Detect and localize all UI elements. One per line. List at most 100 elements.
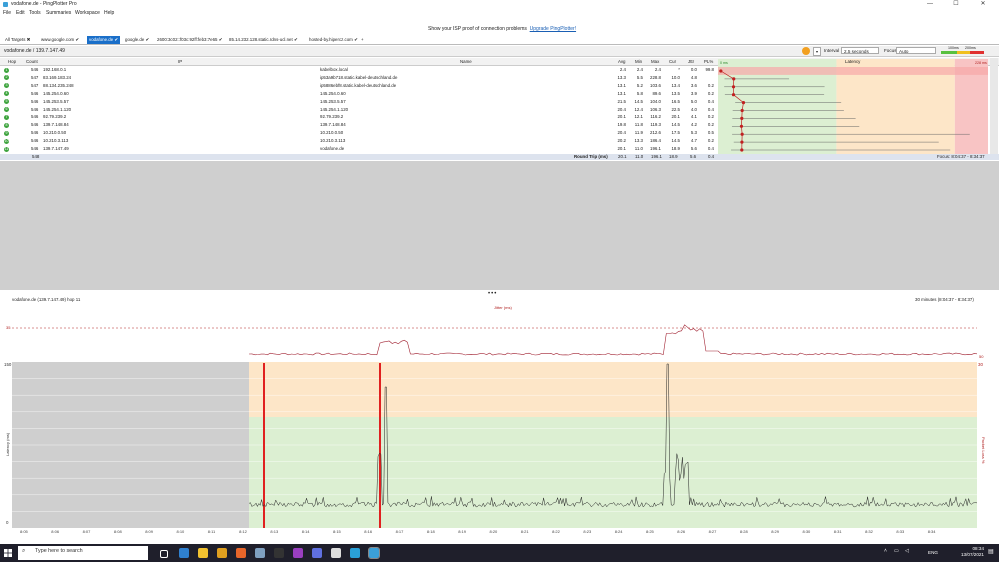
tab-5[interactable]: 85.14.232.128.static.rdns-ucl.net ✔ — [227, 36, 300, 44]
maximize-button[interactable]: ☐ — [943, 0, 969, 9]
col-jttr[interactable]: Jttr — [688, 58, 694, 65]
x-tick-label: 8:10 — [177, 529, 186, 534]
focus-select[interactable]: Auto — [896, 47, 936, 54]
cell-max: 103.6 — [650, 82, 661, 88]
legend-100ms: 100ms — [948, 46, 959, 50]
tab-3[interactable]: google.de ✔ — [123, 36, 151, 44]
interval-label: Interval — [824, 48, 840, 53]
system-clock[interactable]: 08:34 13/07/2021 — [950, 546, 984, 558]
cell-min: 11.0 — [634, 146, 643, 151]
x-tick-label: 8:15 — [333, 529, 342, 534]
tab-close-icon[interactable]: ✔ — [293, 37, 298, 42]
chrome-icon[interactable] — [217, 548, 227, 558]
settings-icon[interactable] — [331, 548, 341, 558]
col-max[interactable]: Max — [651, 58, 659, 65]
cell-jttr: 4.1 — [690, 114, 697, 120]
cell-min: 12.4 — [634, 106, 643, 112]
tab-6[interactable]: hosted-by.hipercz.com ✔ — [307, 36, 360, 44]
timeline-header: vodafone.de (139.7.147.49) hop 11 30 min… — [0, 296, 999, 303]
windows-start-icon[interactable] — [4, 549, 12, 557]
tab-close-icon[interactable]: ✔ — [217, 37, 223, 42]
task-view-icon[interactable] — [160, 550, 168, 558]
tab-0[interactable]: All Targets ✖ — [3, 36, 32, 44]
cell-cur: 17.5 — [671, 130, 680, 136]
menu-help[interactable]: Help — [104, 10, 114, 17]
file-explorer-icon[interactable] — [198, 548, 208, 558]
table-row[interactable]: 5 546 145.253.5.57 145.253.5.57 21.5 14.5 104.… — [0, 99, 718, 105]
col-ip[interactable]: IP — [178, 58, 182, 65]
cell-max: 196.1 — [650, 146, 661, 151]
col-hop[interactable]: Hop — [8, 58, 16, 65]
cell-name: 10.210.0.50 — [320, 130, 344, 136]
alert-icon[interactable] — [802, 47, 810, 55]
col-avg[interactable]: Avg — [618, 58, 626, 65]
firefox-icon[interactable] — [236, 548, 246, 558]
table-row[interactable]: 2 547 83.169.183.24 ip53a9b718.static.kabel… — [0, 75, 718, 81]
tab-close-icon[interactable]: ✔ — [113, 37, 118, 42]
discord-icon[interactable] — [312, 548, 322, 558]
chevron-down-icon[interactable]: ▾ — [813, 47, 821, 56]
tab-1[interactable]: www.google.com ✔ — [39, 36, 81, 44]
obs-icon[interactable] — [293, 548, 303, 558]
latency-mini-graph — [718, 59, 988, 154]
col-min[interactable]: Min — [635, 58, 642, 65]
tray-chevron-icon[interactable]: ˄ — [884, 548, 887, 554]
menu-tools[interactable]: Tools — [29, 10, 41, 17]
notification-icon[interactable]: ▤ — [988, 548, 994, 555]
table-row[interactable]: 9 546 10.210.0.50 10.210.0.50 20.4 11.9 212.6 1… — [0, 130, 718, 136]
cell-jttr: 4.2 — [690, 122, 697, 128]
cell-max: 228.8 — [650, 74, 661, 80]
vertical-scrollbar[interactable] — [990, 58, 998, 154]
x-tick-label: 8:28 — [740, 529, 749, 534]
col-count[interactable]: Count — [26, 58, 38, 65]
jitter-graph: Jitter (ms) 35 50 — [6, 305, 984, 359]
tab-close-icon[interactable]: ✔ — [144, 37, 150, 42]
menu-summaries[interactable]: Summaries — [46, 10, 71, 17]
col-latency[interactable]: Latency — [845, 58, 860, 65]
x-tick-label: 8:25 — [646, 529, 655, 534]
cell-name: ip5886ebf8.static.kabel-deutschland.de — [320, 82, 397, 88]
cell-ip: 83.169.183.24 — [43, 74, 72, 80]
cell-min: 14.5 — [634, 98, 643, 104]
table-row[interactable]: 11 546 139.7.147.49 vodafone.de 20.1 11.0 196.… — [0, 146, 718, 152]
table-row[interactable]: 6 546 145.254.1.120 145.254.1.120 20.4 12.4 10… — [0, 107, 718, 113]
terminal-icon[interactable] — [274, 548, 284, 558]
table-row[interactable]: 3 547 88.134.235.248 ip5886ebf8.static.kabe… — [0, 83, 718, 89]
menu-edit[interactable]: Edit — [16, 10, 25, 17]
tab-close-icon[interactable]: ✖ — [25, 37, 31, 42]
pingplotter-icon[interactable] — [368, 547, 380, 559]
interval-select[interactable]: 2.5 seconds — [841, 47, 879, 54]
language-indicator[interactable]: ENG — [928, 550, 938, 555]
close-button[interactable]: ✕ — [970, 0, 996, 9]
table-row[interactable]: 10 546 10.210.3.113 10.210.3.113 20.2 13.3 186… — [0, 138, 718, 144]
hop-badge: 1 — [4, 67, 9, 73]
table-row[interactable]: 7 546 92.79.239.2 92.79.239.2 20.1 12.1 116.2 2… — [0, 114, 718, 120]
tab-4[interactable]: 2600:3c02::f03c:92ff:feb3:7e65 ✔ — [155, 36, 224, 44]
table-row[interactable]: 8 546 139.7.148.84 139.7.148.84 19.8 11.8 119.… — [0, 122, 718, 128]
table-row[interactable]: 4 546 145.254.0.60 145.254.0.60 13.1 5.8 89.6 1… — [0, 91, 718, 97]
x-tick-label: 8:09 — [145, 529, 154, 534]
tab-2[interactable]: vodafone.de ✔ — [87, 36, 121, 44]
cell-jttr: 4.7 — [690, 138, 697, 144]
menu-file[interactable]: File — [3, 10, 11, 17]
cell-pl: 0.4 — [707, 146, 714, 151]
tab-close-icon[interactable]: ✔ — [74, 37, 79, 42]
cell-name: 145.254.1.120 — [320, 106, 349, 112]
col-cur[interactable]: Cur — [669, 58, 676, 65]
upgrade-link[interactable]: Upgrade PingPlotter! — [530, 26, 576, 32]
cell-min: 11.9 — [634, 130, 643, 136]
add-target-button[interactable]: + — [359, 36, 366, 44]
minimize-button[interactable]: — — [917, 0, 943, 9]
col-pl[interactable]: PL% — [704, 58, 713, 65]
table-row[interactable]: 1 546 192.168.0.1 kabelbox.local 2.4 2.4 2.4 * 0… — [0, 67, 718, 73]
volume-icon[interactable]: ◁ — [905, 548, 909, 554]
vscode-icon[interactable] — [179, 548, 189, 558]
tab-close-icon[interactable]: ✔ — [353, 37, 358, 42]
network-icon[interactable]: ▭ — [894, 548, 899, 554]
steam-icon[interactable] — [255, 548, 265, 558]
menu-workspace[interactable]: Workspace — [75, 10, 100, 17]
hop-badge: 3 — [4, 83, 9, 89]
col-name[interactable]: Name — [460, 58, 472, 65]
app-icon[interactable] — [350, 548, 360, 558]
hop-badge: 6 — [4, 107, 9, 113]
